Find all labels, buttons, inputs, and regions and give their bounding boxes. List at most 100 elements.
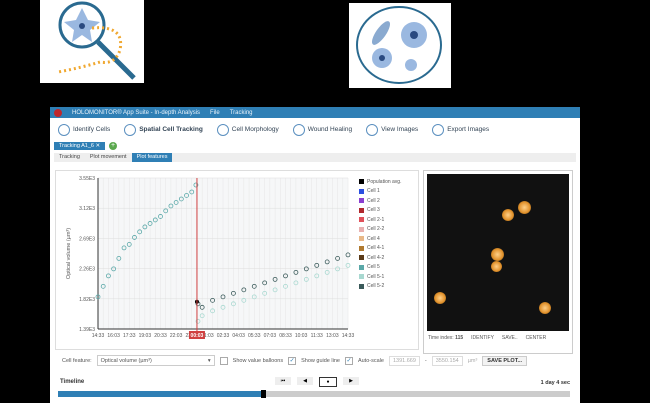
cell-tracking-illustration: [40, 0, 144, 83]
tool-spatial-cell-tracking[interactable]: Spatial Cell Tracking: [124, 123, 203, 136]
tool-wound-healing[interactable]: Wound Healing: [292, 123, 353, 136]
legend-swatch: [359, 283, 364, 289]
chart-svg: 3.55E33.12E32.69E32.26E31.82E31.39E314:3…: [66, 176, 355, 339]
y-tick-label: 3.12E3: [79, 206, 95, 212]
legend-item[interactable]: Cell 4: [359, 234, 401, 244]
legend-label: Cell 5-1: [367, 273, 385, 280]
tool-label: View Images: [381, 126, 419, 133]
menu-tracking[interactable]: Tracking: [230, 110, 253, 116]
cell-marker[interactable]: [502, 209, 514, 221]
legend-swatch: [359, 274, 364, 280]
tool-label: Cell Morphology: [231, 126, 279, 133]
prev-frame-button[interactable]: ◀: [297, 377, 313, 385]
tool-view-images[interactable]: View Images: [366, 123, 419, 136]
x-tick-label: 13:03: [326, 333, 339, 339]
timeline-duration: 1 day 4 sec: [540, 380, 570, 386]
x-tick-label: 16:03: [107, 333, 120, 339]
legend-item[interactable]: Cell 2-2: [359, 225, 401, 235]
cell-image[interactable]: [427, 174, 569, 331]
x-tick-label: 14:33: [92, 333, 105, 339]
legend-label: Cell 5: [367, 264, 380, 271]
legend-label: Cell 4: [367, 235, 380, 242]
tool-export-images[interactable]: Export Images: [432, 123, 490, 136]
max-input[interactable]: 3550.154: [431, 355, 463, 366]
images-icon: [366, 123, 379, 136]
feature-chart: 3.55E3 3.12E3 2.69E3 2.26E3 1.82E3 1.39E3 14:3…: [55, 170, 419, 350]
subtab-tracking[interactable]: Tracking: [54, 153, 85, 162]
cell-marker[interactable]: [518, 201, 531, 214]
tool-identify-cells[interactable]: Identify Cells: [58, 123, 111, 136]
add-tab-icon[interactable]: +: [109, 142, 118, 150]
subtab-plot-movement[interactable]: Plot movement: [85, 153, 132, 162]
title-bar: HOLOMONITOR® App Suite - In-depth Analys…: [50, 107, 580, 118]
cell-morphology-illustration: [349, 3, 451, 88]
show-balloons-checkbox[interactable]: [219, 356, 228, 365]
timeline-progress: [58, 391, 263, 397]
center-button[interactable]: CENTER: [526, 335, 547, 341]
cell-marker[interactable]: [434, 292, 446, 304]
y-tick-label: 1.82E3: [79, 297, 95, 303]
cell-icon: [216, 123, 229, 136]
cell-marker[interactable]: [491, 248, 504, 261]
tool-label: Export Images: [447, 126, 490, 133]
time-index: Time index: 115: [428, 335, 464, 341]
legend-item[interactable]: Population avg.: [359, 177, 401, 187]
toolbar: Identify Cells Spatial Cell Tracking Cel…: [50, 118, 580, 141]
legend-item[interactable]: Cell 5: [359, 263, 401, 273]
subtab-plot-features[interactable]: Plot features: [131, 153, 173, 162]
save-plot-button[interactable]: SAVE PLOT...: [482, 355, 528, 366]
tool-label: Identify Cells: [73, 126, 111, 133]
cell-marker[interactable]: [491, 261, 502, 272]
cell-marker[interactable]: [539, 302, 551, 314]
identify-button[interactable]: IDENTIFY: [471, 335, 494, 341]
magnifier-icon: [124, 123, 137, 136]
app-window: HOLOMONITOR® App Suite - In-depth Analys…: [50, 107, 580, 403]
tool-label: Spatial Cell Tracking: [139, 126, 203, 133]
auto-scale-label: Auto-scale: [357, 357, 384, 364]
legend-item[interactable]: Cell 5-1: [359, 272, 401, 282]
legend-swatch: [359, 245, 364, 251]
y-axis-label: Optical volume (µm³): [66, 228, 72, 279]
auto-scale-checkbox[interactable]: ✓: [344, 356, 353, 365]
timeline-slider[interactable]: [58, 390, 570, 398]
legend-item[interactable]: Cell 4-2: [359, 253, 401, 263]
x-tick-label: 07:03: [264, 333, 277, 339]
show-guide-label: Show guide line: [301, 357, 340, 364]
save-image-button[interactable]: SAVE..: [502, 335, 518, 341]
x-tick-label: 02:33: [217, 333, 230, 339]
tool-label: Wound Healing: [307, 126, 353, 133]
legend-item[interactable]: Cell 4-1: [359, 244, 401, 254]
image-panel: Time index: 115 IDENTIFY SAVE.. CENTER: [423, 170, 573, 354]
play-button[interactable]: ●: [319, 377, 337, 387]
y-tick-label: 2.26E3: [79, 267, 95, 273]
x-tick-label: 17:33: [123, 333, 136, 339]
app-logo-icon: [54, 108, 62, 117]
legend-label: Population avg.: [367, 178, 402, 185]
legend-item[interactable]: Cell 2: [359, 196, 401, 206]
y-tick-label: 2.69E3: [79, 236, 95, 242]
x-tick-label: 22:03: [170, 333, 183, 339]
show-guide-checkbox[interactable]: ✓: [288, 356, 297, 365]
min-input[interactable]: 1391.669: [388, 355, 420, 366]
cell-feature-select[interactable]: Optical volume (µm³) ▾: [96, 355, 215, 366]
next-frame-button[interactable]: ▶: [343, 377, 359, 385]
legend-item[interactable]: Cell 1: [359, 187, 401, 197]
document-tab[interactable]: Tracking A1_6 ✕: [54, 142, 106, 150]
legend-swatch: [359, 207, 364, 213]
legend-label: Cell 2-2: [367, 226, 385, 233]
timeline-thumb[interactable]: [260, 390, 266, 398]
show-balloons-label: Show value balloons: [232, 357, 284, 364]
legend-item[interactable]: Cell 3: [359, 206, 401, 216]
menu-file[interactable]: File: [210, 110, 220, 116]
legend-swatch: [359, 264, 364, 270]
legend-label: Cell 5-2: [367, 283, 385, 290]
tool-cell-morphology[interactable]: Cell Morphology: [216, 123, 279, 136]
x-tick-label: 11:33: [311, 333, 323, 339]
legend-item[interactable]: Cell 2-1: [359, 215, 401, 225]
legend-label: Cell 4-2: [367, 254, 385, 261]
legend-swatch: [359, 217, 364, 223]
export-icon: [432, 123, 445, 136]
legend-item[interactable]: Cell 5-2: [359, 282, 401, 292]
first-frame-button[interactable]: ⏮: [275, 377, 291, 385]
x-tick-label: 14:33: [342, 333, 355, 339]
